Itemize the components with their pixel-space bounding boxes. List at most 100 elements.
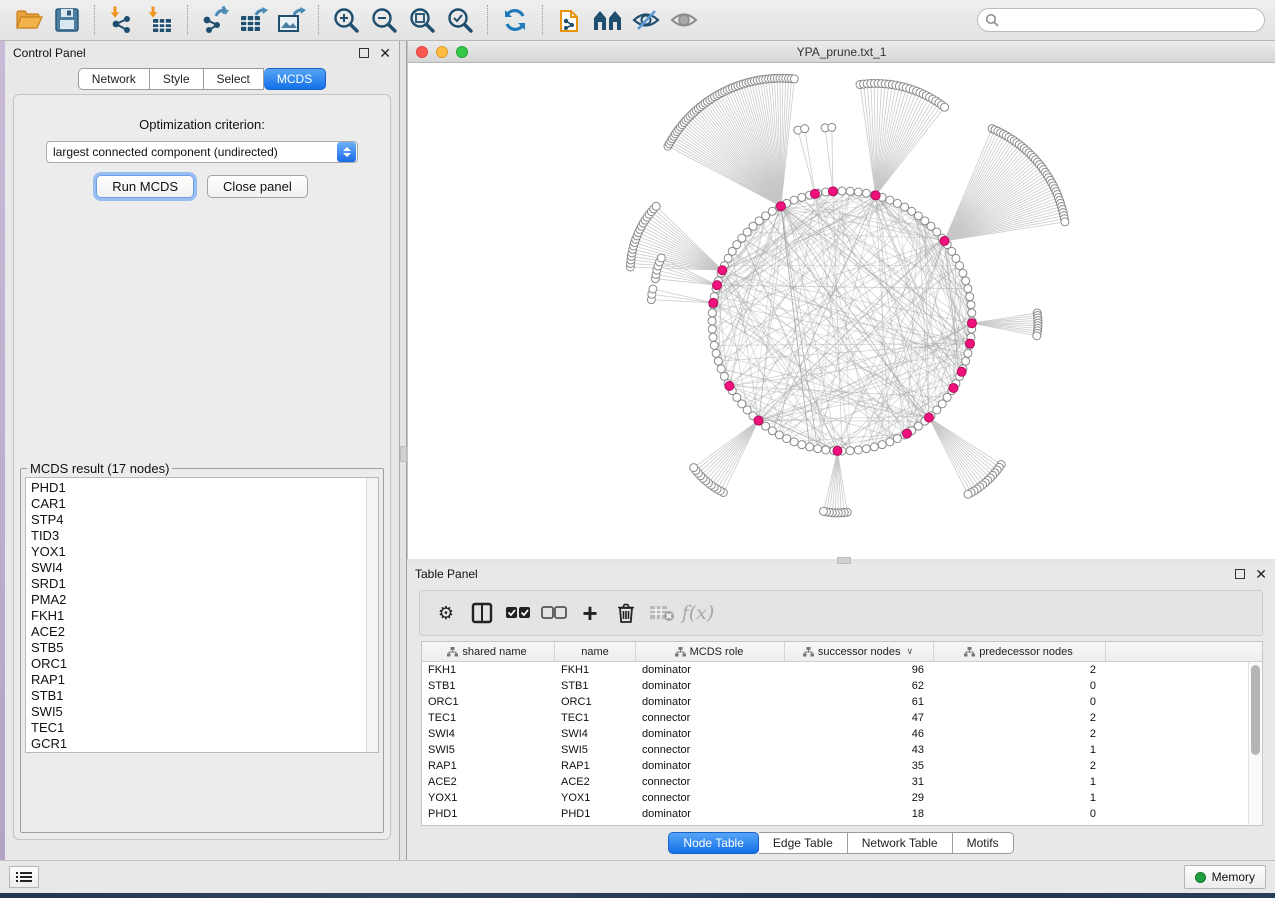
import-table-icon[interactable] xyxy=(143,3,177,37)
mcds-result-item[interactable]: GCR1 xyxy=(31,736,366,752)
save-session-icon[interactable] xyxy=(50,3,84,37)
table-row[interactable]: ORC1ORC1dominator610 xyxy=(422,694,1262,710)
deselect-all-rows-icon[interactable] xyxy=(538,597,570,629)
mcds-result-item[interactable]: ORC1 xyxy=(31,656,366,672)
zoom-selected-icon[interactable] xyxy=(443,3,477,37)
apply-layout-icon[interactable] xyxy=(498,3,532,37)
mcds-result-item[interactable]: PMA2 xyxy=(31,592,366,608)
table-cell: SWI4 xyxy=(555,728,636,740)
mcds-result-item[interactable]: SRD1 xyxy=(31,576,366,592)
export-network-icon[interactable] xyxy=(198,3,232,37)
toolbar-separator xyxy=(318,5,319,35)
first-neighbors-icon[interactable] xyxy=(591,3,625,37)
close-panel-button[interactable]: Close panel xyxy=(207,175,308,198)
mcds-result-item[interactable]: STB5 xyxy=(31,640,366,656)
zoom-out-icon[interactable] xyxy=(367,3,401,37)
mcds-result-item[interactable]: STP4 xyxy=(31,512,366,528)
criterion-select[interactable]: largest connected component (undirected) xyxy=(46,141,358,163)
memory-button-label: Memory xyxy=(1212,870,1255,884)
table-row[interactable]: YOX1YOX1connector291 xyxy=(422,790,1262,806)
column-header-shared-name[interactable]: shared name xyxy=(422,642,555,661)
mcds-result-item[interactable]: STB1 xyxy=(31,688,366,704)
tab-edge-table[interactable]: Edge Table xyxy=(759,832,848,854)
table-cell: TEC1 xyxy=(555,712,636,724)
table-row[interactable]: FKH1FKH1dominator962 xyxy=(422,662,1262,678)
mcds-result-item[interactable]: CAR1 xyxy=(31,496,366,512)
export-image-icon[interactable] xyxy=(274,3,308,37)
network-document-icon[interactable] xyxy=(553,3,587,37)
search-input[interactable] xyxy=(977,8,1265,32)
tab-select[interactable]: Select xyxy=(204,68,264,90)
toolbar-separator xyxy=(187,5,188,35)
table-cell: connector xyxy=(636,776,785,788)
zoom-fit-icon[interactable] xyxy=(405,3,439,37)
delete-column-icon[interactable] xyxy=(610,597,642,629)
mcds-result-item[interactable]: YOX1 xyxy=(31,544,366,560)
task-history-button[interactable] xyxy=(9,866,39,888)
tab-mcds[interactable]: MCDS xyxy=(264,68,326,90)
memory-button[interactable]: Memory xyxy=(1184,865,1266,889)
table-cell: 43 xyxy=(785,744,934,756)
tab-node-table[interactable]: Node Table xyxy=(668,832,759,854)
mcds-result-item[interactable]: SWI5 xyxy=(31,704,366,720)
table-cell: 29 xyxy=(785,792,934,804)
table-row[interactable]: RAP1RAP1dominator352 xyxy=(422,758,1262,774)
mcds-result-item[interactable]: FKH1 xyxy=(31,608,366,624)
vertical-splitter[interactable] xyxy=(400,41,407,860)
table-cell: YOX1 xyxy=(422,792,555,804)
splitter-grip[interactable] xyxy=(400,446,407,462)
horizontal-splitter[interactable] xyxy=(407,559,1275,562)
float-panel-icon[interactable] xyxy=(1235,569,1245,579)
table-row[interactable]: TEC1TEC1connector472 xyxy=(422,710,1262,726)
table-scrollbar[interactable] xyxy=(1248,662,1262,825)
export-table-icon[interactable] xyxy=(236,3,270,37)
add-column-icon[interactable]: + xyxy=(574,597,606,629)
table-cell: RAP1 xyxy=(422,760,555,772)
table-scrollbar-thumb[interactable] xyxy=(1251,665,1260,755)
table-cell: ORC1 xyxy=(555,696,636,708)
close-panel-icon[interactable]: ✕ xyxy=(1255,569,1267,579)
mcds-result-group-title: MCDS result (17 nodes) xyxy=(27,461,172,476)
table-cell: FKH1 xyxy=(555,664,636,676)
mcds-result-item[interactable]: ACE2 xyxy=(31,624,366,640)
import-network-icon[interactable] xyxy=(105,3,139,37)
table-row[interactable]: SWI4SWI4dominator462 xyxy=(422,726,1262,742)
table-row[interactable]: ACE2ACE2connector311 xyxy=(422,774,1262,790)
open-file-icon[interactable] xyxy=(12,3,46,37)
float-panel-icon[interactable] xyxy=(359,48,369,58)
table-toolbar: ⚙+f(x) xyxy=(419,590,1263,636)
show-columns-icon[interactable] xyxy=(466,597,498,629)
tab-network[interactable]: Network xyxy=(78,68,150,90)
desktop-background xyxy=(0,893,1275,898)
tab-network-table[interactable]: Network Table xyxy=(848,832,953,854)
network-canvas[interactable] xyxy=(408,63,1275,559)
column-header-name[interactable]: name xyxy=(555,642,636,661)
column-header-predecessor-nodes[interactable]: predecessor nodes xyxy=(934,642,1106,661)
search-icon xyxy=(985,13,999,27)
table-cell: 61 xyxy=(785,696,934,708)
column-header-mcds-role[interactable]: MCDS role xyxy=(636,642,785,661)
mcds-result-item[interactable]: TID3 xyxy=(31,528,366,544)
column-header-successor-nodes[interactable]: successor nodes∨ xyxy=(785,642,934,661)
zoom-in-icon[interactable] xyxy=(329,3,363,37)
tab-style[interactable]: Style xyxy=(150,68,204,90)
table-row[interactable]: PHD1PHD1dominator180 xyxy=(422,806,1262,822)
splitter-grip[interactable] xyxy=(837,557,851,564)
select-all-rows-icon[interactable] xyxy=(502,597,534,629)
mcds-result-item[interactable]: RAP1 xyxy=(31,672,366,688)
tab-motifs[interactable]: Motifs xyxy=(953,832,1014,854)
table-row[interactable]: SWI5SWI5connector431 xyxy=(422,742,1262,758)
delete-table-icon xyxy=(646,597,678,629)
hide-selected-icon[interactable] xyxy=(629,3,663,37)
mcds-result-item[interactable]: PHD1 xyxy=(31,480,366,496)
mcds-result-item[interactable]: SWI4 xyxy=(31,560,366,576)
table-settings-gear-icon[interactable]: ⚙ xyxy=(430,597,462,629)
table-row[interactable]: STB1STB1dominator620 xyxy=(422,678,1262,694)
table-cell: SWI5 xyxy=(555,744,636,756)
run-mcds-button[interactable]: Run MCDS xyxy=(96,175,194,198)
close-panel-icon[interactable]: ✕ xyxy=(379,48,391,58)
show-all-icon[interactable] xyxy=(667,3,701,37)
node-table-header: shared namenameMCDS rolesuccessor nodes∨… xyxy=(422,642,1262,662)
mcds-list-scrollbar[interactable] xyxy=(366,478,378,752)
mcds-result-item[interactable]: TEC1 xyxy=(31,720,366,736)
